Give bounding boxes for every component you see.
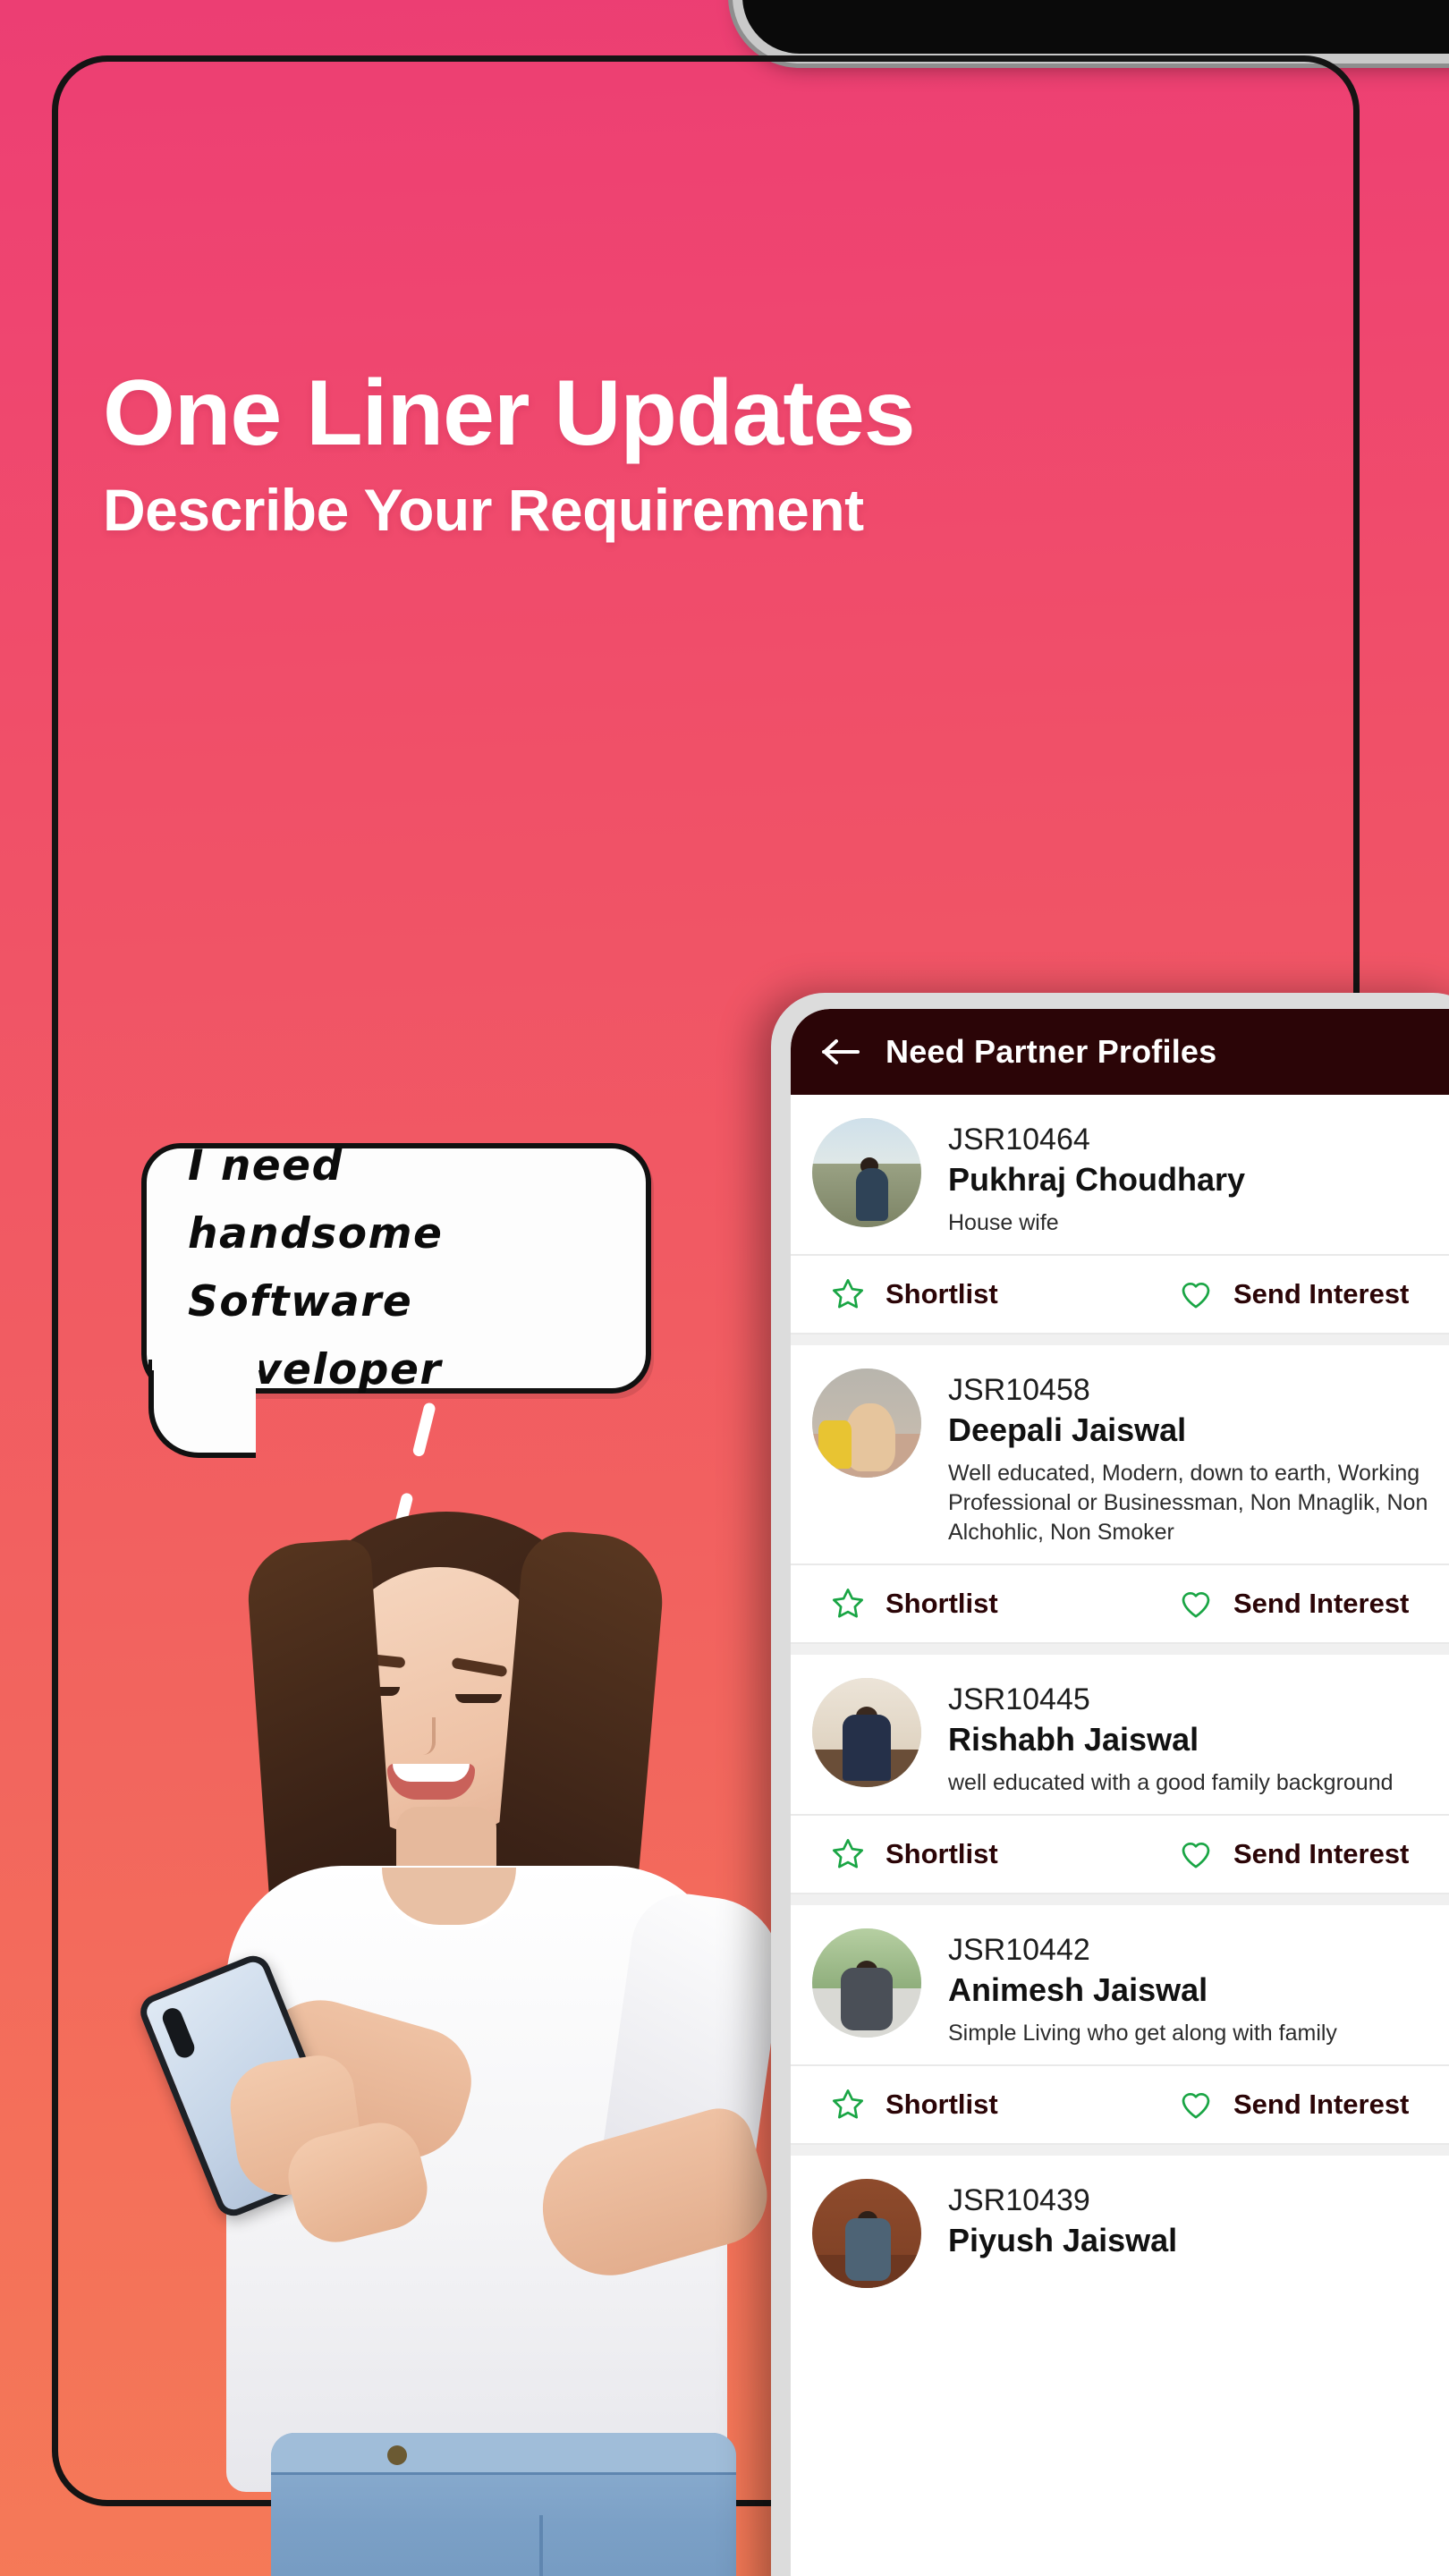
- profile-summary: JSR10445 Rishabh Jaiswal well educated w…: [791, 1655, 1449, 1814]
- send-interest-button[interactable]: Send Interest: [1139, 1586, 1449, 1622]
- profile-info: JSR10439 Piyush Jaiswal: [948, 2179, 1186, 2288]
- profile-summary: JSR10464 Pukhraj Choudhary House wife: [791, 1095, 1449, 1254]
- send-interest-label: Send Interest: [1233, 1277, 1410, 1309]
- back-arrow-icon[interactable]: [818, 1028, 866, 1076]
- promo-poster: One Liner Updates Describe Your Requirem…: [0, 0, 1449, 2576]
- woman-with-phone-photo: [135, 1512, 791, 2576]
- headline-block: One Liner Updates Describe Your Requirem…: [103, 367, 1355, 541]
- avatar[interactable]: [812, 1118, 921, 1227]
- profile-summary: JSR10458 Deepali Jaiswal Well educated, …: [791, 1345, 1449, 1563]
- profile-id: JSR10445: [948, 1682, 1090, 1716]
- profile-id: JSR10464: [948, 1123, 1090, 1157]
- send-interest-label: Send Interest: [1233, 1587, 1410, 1619]
- shortlist-button[interactable]: Shortlist: [791, 1586, 1139, 1622]
- profile-actions: Shortlist Send Interest: [791, 1253, 1449, 1335]
- shortlist-button[interactable]: Shortlist: [791, 1276, 1139, 1312]
- profile-summary: JSR10442 Animesh Jaiswal Simple Living w…: [791, 1905, 1449, 2064]
- nose: [414, 1717, 436, 1755]
- star-outline-icon: [833, 1838, 863, 1868]
- shortlist-label: Shortlist: [886, 1587, 998, 1619]
- smartphone-camera: [159, 2004, 198, 2061]
- avatar[interactable]: [812, 1928, 921, 2038]
- shortlist-button[interactable]: Shortlist: [791, 2087, 1139, 2123]
- jeans-pocket: [539, 2515, 704, 2576]
- speech-bubble-line-1: I need handsome: [188, 1140, 444, 1258]
- profile-id: JSR10442: [948, 1932, 1090, 1967]
- blue-jeans: [271, 2433, 736, 2576]
- profile-name: Pukhraj Choudhary: [948, 1161, 1246, 1199]
- avatar[interactable]: [812, 1677, 921, 1787]
- heart-outline-icon: [1182, 1282, 1210, 1309]
- arrow-left-icon: [822, 1039, 860, 1064]
- card-separator: [791, 1643, 1449, 1655]
- profile-card[interactable]: JSR10442 Animesh Jaiswal Simple Living w…: [791, 1904, 1449, 2145]
- send-interest-label: Send Interest: [1233, 1837, 1410, 1869]
- star-outline-icon: [833, 1588, 863, 1618]
- profile-card[interactable]: JSR10464 Pukhraj Choudhary House wife Sh…: [791, 1095, 1449, 1335]
- profile-name: Rishabh Jaiswal: [948, 1720, 1199, 1758]
- send-interest-button[interactable]: Send Interest: [1139, 1276, 1449, 1312]
- avatar[interactable]: [812, 1368, 921, 1478]
- profile-name: Deepali Jaiswal: [948, 1411, 1187, 1449]
- heart-outline-icon: [1182, 1591, 1210, 1618]
- profile-id: JSR10458: [948, 1372, 1090, 1407]
- profile-summary: JSR10439 Piyush Jaiswal: [791, 2156, 1449, 2304]
- send-interest-button[interactable]: Send Interest: [1139, 2087, 1449, 2123]
- profile-description: Well educated, Modern, down to earth, Wo…: [948, 1460, 1428, 1545]
- heart-outline-icon: [1182, 2092, 1210, 2119]
- star-outline-icon: [833, 2089, 863, 2119]
- send-interest-label: Send Interest: [1233, 2088, 1410, 2120]
- app-bar-title: Need Partner Profiles: [886, 1033, 1217, 1070]
- jeans-button: [387, 2445, 407, 2465]
- shortlist-button[interactable]: Shortlist: [791, 1836, 1139, 1872]
- app-bar: Need Partner Profiles: [791, 1009, 1449, 1095]
- card-separator: [791, 2144, 1449, 2156]
- heart-outline-icon: [1182, 1842, 1210, 1868]
- headline-primary: One Liner Updates: [103, 361, 916, 465]
- speech-bubble-tail-mask: [152, 1352, 259, 1370]
- shortlist-label: Shortlist: [886, 2088, 998, 2120]
- profile-id: JSR10439: [948, 2182, 1090, 2217]
- shortlist-label: Shortlist: [886, 1277, 998, 1309]
- card-separator: [791, 1894, 1449, 1905]
- profile-card[interactable]: JSR10439 Piyush Jaiswal: [791, 2155, 1449, 2304]
- send-interest-button[interactable]: Send Interest: [1139, 1836, 1449, 1872]
- jeans-waistband: [271, 2433, 736, 2475]
- card-separator: [791, 1334, 1449, 1345]
- app-phone-mockup: Need Partner Profiles JSR10464 Pukhraj C…: [771, 993, 1449, 2576]
- profile-card[interactable]: JSR10458 Deepali Jaiswal Well educated, …: [791, 1344, 1449, 1644]
- profile-description: House wife: [948, 1209, 1059, 1235]
- profile-description: Simple Living who get along with family: [948, 2020, 1337, 2046]
- mouth: [387, 1764, 475, 1800]
- profile-name: Animesh Jaiswal: [948, 1970, 1208, 2008]
- headline-secondary: Describe Your Requirement: [103, 477, 864, 543]
- shortlist-label: Shortlist: [886, 1837, 998, 1869]
- eye-right: [455, 1694, 502, 1703]
- profile-card[interactable]: JSR10445 Rishabh Jaiswal well educated w…: [791, 1654, 1449, 1894]
- star-outline-icon: [833, 1278, 863, 1309]
- profile-info: JSR10445 Rishabh Jaiswal well educated w…: [948, 1678, 1402, 1798]
- top-phone-mockup: [742, 0, 1449, 54]
- profile-info: JSR10442 Animesh Jaiswal Simple Living w…: [948, 1928, 1346, 2048]
- profile-actions: Shortlist Send Interest: [791, 1813, 1449, 1894]
- profile-actions: Shortlist Send Interest: [791, 2063, 1449, 2145]
- profile-name: Piyush Jaiswal: [948, 2221, 1178, 2258]
- speech-bubble-tail: [148, 1360, 256, 1458]
- profile-description: well educated with a good family backgro…: [948, 1769, 1394, 1795]
- profile-info: JSR10458 Deepali Jaiswal Well educated, …: [948, 1368, 1449, 1547]
- profile-actions: Shortlist Send Interest: [791, 1563, 1449, 1644]
- profile-info: JSR10464 Pukhraj Choudhary House wife: [948, 1118, 1254, 1238]
- app-screen: Need Partner Profiles JSR10464 Pukhraj C…: [791, 1009, 1449, 2576]
- avatar[interactable]: [812, 2178, 921, 2288]
